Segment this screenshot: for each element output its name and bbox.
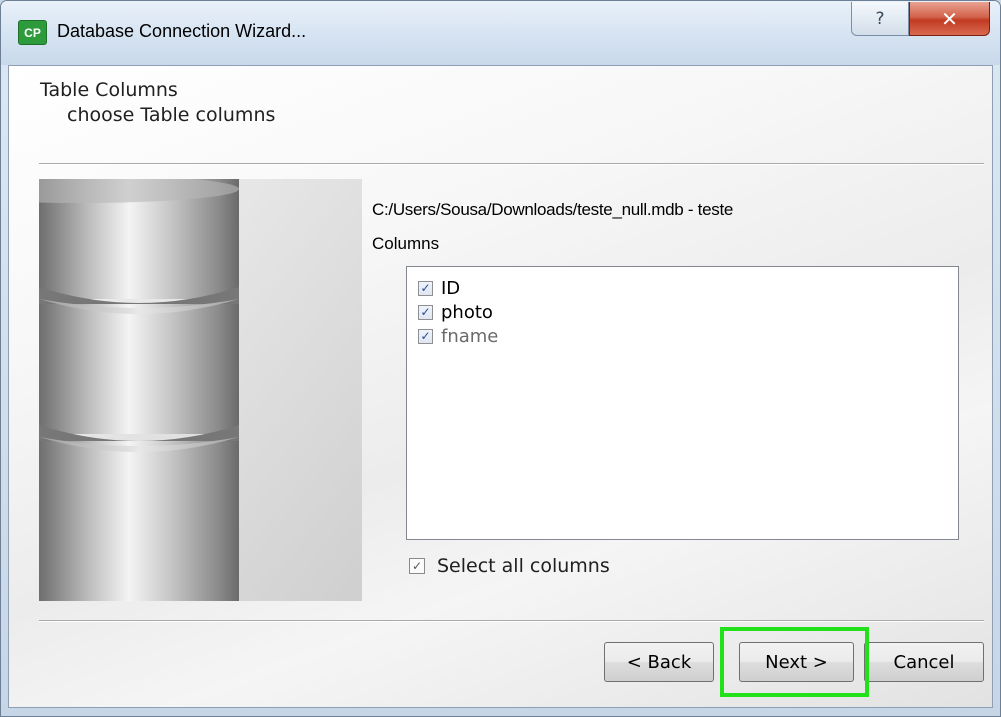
title-bar: CP Database Connection Wizard... ? ✕ xyxy=(1,1,1000,65)
column-item-label: fname xyxy=(441,325,499,347)
footer-divider xyxy=(39,620,984,622)
checkbox-checked-icon[interactable]: ✓ xyxy=(409,558,425,574)
next-button-highlight xyxy=(720,627,869,697)
column-item-label: photo xyxy=(441,301,493,323)
back-button[interactable]: < Back xyxy=(604,642,714,682)
checkbox-checked-icon[interactable]: ✓ xyxy=(418,280,433,296)
wizard-page: Table Columns choose Table columns C:/Us… xyxy=(8,65,993,708)
help-button[interactable]: ? xyxy=(851,2,909,36)
select-all-label: Select all columns xyxy=(437,555,610,577)
source-path: C:/Users/Sousa/Downloads/teste_null.mdb … xyxy=(372,200,734,219)
page-subtitle: choose Table columns xyxy=(67,104,276,126)
window-title: Database Connection Wizard... xyxy=(57,21,307,41)
close-button[interactable]: ✕ xyxy=(909,2,990,36)
column-item-fname[interactable]: ✓ fname xyxy=(418,325,498,347)
columns-label: Columns xyxy=(372,234,440,253)
wizard-window: CP Database Connection Wizard... ? ✕ Tab… xyxy=(0,0,1001,717)
column-list[interactable]: ✓ ID ✓ photo ✓ fname xyxy=(406,266,959,540)
select-all-checkbox[interactable]: ✓ Select all columns xyxy=(409,554,610,578)
page-title: Table Columns xyxy=(40,79,178,101)
column-item-photo[interactable]: ✓ photo xyxy=(418,301,493,323)
column-item-id[interactable]: ✓ ID xyxy=(418,277,460,299)
app-icon: CP xyxy=(18,20,47,45)
cancel-button[interactable]: Cancel xyxy=(864,642,984,682)
header-divider xyxy=(39,163,984,165)
checkbox-checked-icon[interactable]: ✓ xyxy=(418,328,433,344)
checkbox-checked-icon[interactable]: ✓ xyxy=(418,304,433,320)
database-cylinders-icon xyxy=(39,179,362,601)
database-illustration xyxy=(39,179,362,601)
column-item-label: ID xyxy=(441,277,461,299)
